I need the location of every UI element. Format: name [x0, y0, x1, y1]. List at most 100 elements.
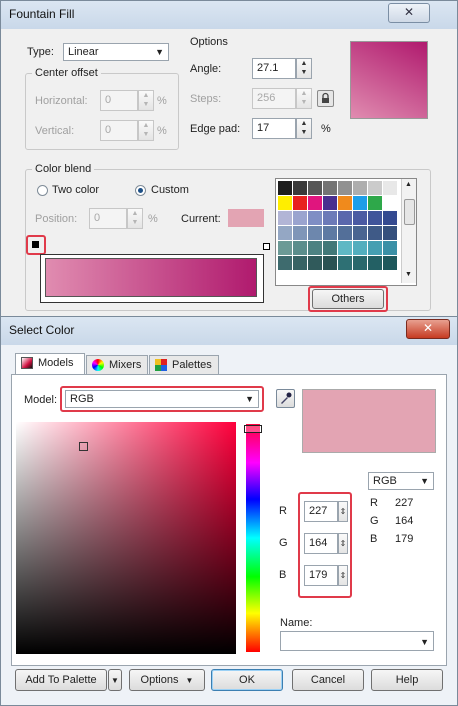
channel-input[interactable]: 164 — [304, 533, 338, 554]
edge-pad-input[interactable]: 17 — [252, 118, 296, 139]
palette-swatch[interactable] — [353, 196, 367, 210]
color-field-cursor[interactable] — [79, 442, 88, 451]
scroll-down-icon[interactable]: ▼ — [405, 271, 412, 278]
palette-swatch[interactable] — [338, 226, 352, 240]
help-button[interactable]: Help — [371, 669, 443, 691]
angle-input[interactable]: 27.1 — [252, 58, 296, 79]
palette-swatch[interactable] — [323, 226, 337, 240]
hue-slider[interactable] — [244, 424, 262, 652]
custom-radio[interactable] — [135, 185, 146, 196]
palette-swatch[interactable] — [323, 211, 337, 225]
palette-swatch[interactable] — [308, 256, 322, 270]
palette-swatch[interactable] — [368, 226, 382, 240]
two-color-radio[interactable] — [37, 185, 48, 196]
steps-spinner[interactable]: ▲ ▼ — [296, 88, 312, 109]
others-button[interactable]: Others — [312, 289, 384, 309]
palette-swatch[interactable] — [278, 181, 292, 195]
palette-swatch[interactable] — [368, 211, 382, 225]
edge-pad-spinner[interactable]: ▲ ▼ — [296, 118, 312, 139]
palette-swatch[interactable] — [383, 256, 397, 270]
palette-swatch[interactable] — [278, 256, 292, 270]
palette-swatch[interactable] — [308, 226, 322, 240]
palette-swatch[interactable] — [308, 196, 322, 210]
palette-swatch[interactable] — [293, 226, 307, 240]
palette-swatch[interactable] — [323, 181, 337, 195]
angle-spinner[interactable]: ▲ ▼ — [296, 58, 312, 79]
palette-swatch[interactable] — [278, 196, 292, 210]
current-color-swatch[interactable] — [228, 209, 264, 227]
palette-swatch[interactable] — [338, 181, 352, 195]
options-button[interactable]: Options ▼ — [129, 669, 205, 691]
gradient-ramp[interactable] — [45, 258, 257, 297]
palette-swatch[interactable] — [383, 196, 397, 210]
channel-spinner[interactable]: ⇕ — [338, 533, 348, 554]
scroll-thumb[interactable] — [404, 199, 415, 225]
steps-input[interactable]: 256 — [252, 88, 296, 109]
palette-swatch[interactable] — [293, 181, 307, 195]
palette-swatch[interactable] — [278, 211, 292, 225]
mode-select[interactable]: RGB ▼ — [368, 472, 434, 490]
name-select[interactable]: ▼ — [280, 631, 434, 651]
add-to-palette-menu-button[interactable]: ▼ — [108, 669, 122, 691]
palette-swatch[interactable] — [383, 241, 397, 255]
tab-mixers[interactable]: Mixers — [86, 355, 148, 375]
palette-swatch[interactable] — [383, 211, 397, 225]
palette-swatch[interactable] — [353, 241, 367, 255]
model-select[interactable]: RGB ▼ — [65, 390, 259, 408]
palette-swatch[interactable] — [323, 256, 337, 270]
channel-spinner[interactable]: ⇕ — [338, 501, 348, 522]
palette-swatch[interactable] — [293, 241, 307, 255]
palette-swatch[interactable] — [338, 196, 352, 210]
start-color-marker[interactable] — [32, 241, 39, 248]
tab-models[interactable]: Models — [15, 353, 85, 375]
chevron-down-icon: ▼ — [185, 676, 194, 685]
palette-swatch[interactable] — [353, 226, 367, 240]
color-field[interactable] — [16, 422, 236, 654]
add-to-palette-button[interactable]: Add To Palette — [15, 669, 107, 691]
palette-swatch[interactable] — [293, 211, 307, 225]
channel-spinner[interactable]: ⇕ — [338, 565, 348, 586]
tab-models-label: Models — [38, 357, 74, 369]
palette-swatch[interactable] — [308, 181, 322, 195]
palette-swatch[interactable] — [368, 181, 382, 195]
palette-swatch[interactable] — [383, 226, 397, 240]
palette-swatch[interactable] — [278, 226, 292, 240]
palette-swatch[interactable] — [338, 211, 352, 225]
position-input[interactable]: 0 — [89, 208, 127, 229]
ok-button[interactable]: OK — [211, 669, 283, 691]
tab-palettes[interactable]: Palettes — [149, 355, 219, 375]
palette-swatch[interactable] — [308, 211, 322, 225]
horizontal-spinner[interactable]: ▲ ▼ — [138, 90, 154, 111]
palette-swatch[interactable] — [353, 181, 367, 195]
channel-input[interactable]: 227 — [304, 501, 338, 522]
hue-slider-handle[interactable] — [244, 425, 262, 433]
palette-swatch[interactable] — [368, 196, 382, 210]
vertical-input[interactable]: 0 — [100, 120, 138, 141]
palette-swatch[interactable] — [353, 211, 367, 225]
palette-swatch[interactable] — [353, 256, 367, 270]
select-color-close-button[interactable]: ✕ — [406, 319, 450, 339]
palette-swatch[interactable] — [308, 241, 322, 255]
position-spinner[interactable]: ▲ ▼ — [127, 208, 143, 229]
palette-swatch[interactable] — [293, 196, 307, 210]
palette-swatch[interactable] — [383, 181, 397, 195]
palette-swatch[interactable] — [323, 196, 337, 210]
palette-swatch[interactable] — [338, 241, 352, 255]
channel-input[interactable]: 179 — [304, 565, 338, 586]
cancel-button[interactable]: Cancel — [292, 669, 364, 691]
palette-scrollbar[interactable]: ▲ ▼ — [401, 179, 416, 283]
palette-swatch[interactable] — [338, 256, 352, 270]
lock-icon[interactable] — [317, 90, 334, 107]
vertical-spinner[interactable]: ▲ ▼ — [138, 120, 154, 141]
palette-swatch[interactable] — [368, 256, 382, 270]
palette-swatch[interactable] — [368, 241, 382, 255]
type-select[interactable]: Linear ▼ — [63, 43, 169, 61]
palette-swatch[interactable] — [293, 256, 307, 270]
scroll-up-icon[interactable]: ▲ — [405, 181, 412, 188]
palette-swatch[interactable] — [278, 241, 292, 255]
palette-swatch[interactable] — [323, 241, 337, 255]
horizontal-input[interactable]: 0 — [100, 90, 138, 111]
end-color-marker[interactable] — [263, 243, 270, 250]
eyedropper-button[interactable] — [276, 389, 295, 408]
fountain-close-button[interactable]: ✕ — [388, 3, 430, 23]
